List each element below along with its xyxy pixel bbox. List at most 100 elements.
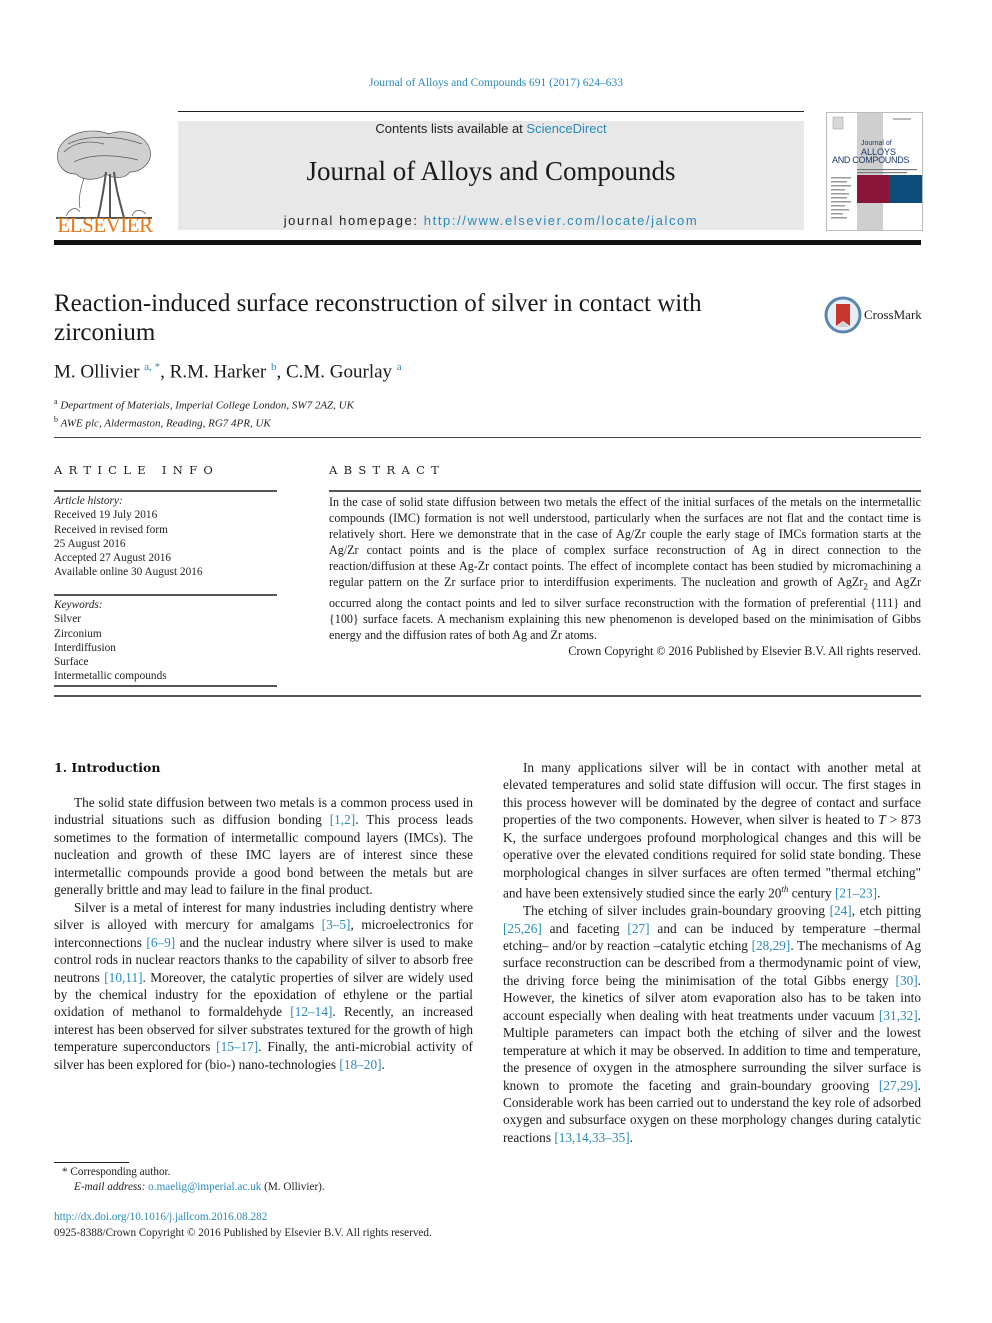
keyword-item: Interdiffusion xyxy=(54,641,116,654)
italic-symbol: T xyxy=(878,812,886,828)
citation-link[interactable]: [10,11] xyxy=(104,970,142,985)
history-item: 25 August 2016 xyxy=(54,537,126,550)
issn-copyright-line: 0925-8388/Crown Copyright © 2016 Publish… xyxy=(54,1226,432,1239)
divider xyxy=(54,594,277,596)
contents-prefix: Contents lists available at xyxy=(375,121,527,136)
cover-title-line3: AND COMPOUNDS xyxy=(832,155,910,165)
keywords-caption: Keywords: xyxy=(54,599,103,611)
email-owner: (M. Ollivier). xyxy=(264,1181,325,1193)
keyword-item: Intermetallic compounds xyxy=(54,670,167,683)
footnote-mark: * xyxy=(62,1166,68,1178)
divider xyxy=(54,490,277,492)
journal-homepage-link[interactable]: http://www.elsevier.com/locate/jalcom xyxy=(424,213,699,228)
author-separator: , xyxy=(276,361,286,383)
citation-link[interactable]: [21–23] xyxy=(835,886,877,901)
citation-link[interactable]: [6–9] xyxy=(146,935,175,950)
affiliation-item: b AWE plc, Aldermaston, Reading, RG7 4PR… xyxy=(54,413,354,431)
running-head-citation[interactable]: Journal of Alloys and Compounds 691 (201… xyxy=(0,77,992,89)
body-text: The etching of silver includes grain-bou… xyxy=(523,903,830,919)
abstract-body: In the case of solid state diffusion bet… xyxy=(329,494,921,659)
citation-link[interactable]: [12–14] xyxy=(290,1004,332,1019)
citation-link[interactable]: [13,14,33–35] xyxy=(554,1130,629,1145)
email-note: E-mail address: o.maelig@imperial.ac.uk … xyxy=(62,1180,325,1195)
citation-link[interactable]: [3–5] xyxy=(322,917,351,932)
body-column-left: The solid state diffusion between two me… xyxy=(54,794,473,1073)
cover-image-icon xyxy=(827,113,922,230)
doi-block: http://dx.doi.org/10.1016/j.jallcom.2016… xyxy=(54,1210,432,1241)
body-text: . xyxy=(629,1129,633,1145)
citation-link[interactable]: [24] xyxy=(830,903,852,918)
body-text: and faceting xyxy=(541,920,628,936)
divider xyxy=(329,490,921,492)
author-affiliation-marker[interactable]: a xyxy=(397,361,402,373)
abstract-text-part: In the case of solid state diffusion bet… xyxy=(329,495,921,590)
affiliations: a Department of Materials, Imperial Coll… xyxy=(54,395,354,431)
journal-cover-thumbnail[interactable]: Journal of ALLOYS AND COMPOUNDS xyxy=(826,112,923,231)
divider xyxy=(54,685,277,687)
body-paragraph: Silver is a metal of interest for many i… xyxy=(54,899,473,1074)
body-paragraph: The solid state diffusion between two me… xyxy=(54,794,473,899)
divider xyxy=(54,437,921,438)
section-heading-introduction: 1. Introduction xyxy=(54,760,161,775)
crossmark-label[interactable]: CrossMark xyxy=(864,307,922,323)
body-text: , etch pitting xyxy=(851,903,922,919)
corresponding-author-note: * Corresponding author. xyxy=(62,1165,325,1180)
citation-link[interactable]: [18–20] xyxy=(339,1057,381,1072)
article-history: Article history: Received 19 July 2016 R… xyxy=(54,494,279,580)
keyword-item: Surface xyxy=(54,656,89,669)
running-head-link[interactable]: Journal of Alloys and Compounds 691 (201… xyxy=(369,77,623,89)
author-name: M. Ollivier xyxy=(54,361,140,383)
citation-link[interactable]: [31,32] xyxy=(879,1008,918,1023)
citation-link[interactable]: [27,29] xyxy=(879,1078,918,1093)
email-label: E-mail address: xyxy=(74,1181,146,1193)
citation-link[interactable]: [15–17] xyxy=(216,1039,258,1054)
author-affiliation-marker[interactable]: a, * xyxy=(144,361,160,373)
affiliation-mark: a xyxy=(54,397,58,406)
contents-available-line: Contents lists available at ScienceDirec… xyxy=(178,121,804,136)
divider xyxy=(54,695,921,697)
history-item: Received in revised form xyxy=(54,523,168,536)
citation-link[interactable]: [28,29] xyxy=(752,938,791,953)
footnote-divider xyxy=(54,1162,129,1163)
author-name: C.M. Gourlay xyxy=(285,361,393,383)
history-item: Available online 30 August 2016 xyxy=(54,566,203,579)
citation-link[interactable]: [25,26] xyxy=(503,921,542,936)
body-column-right: In many applications silver will be in c… xyxy=(503,759,921,1146)
homepage-prefix: journal homepage: xyxy=(283,213,424,228)
article-history-caption: Article history: xyxy=(54,495,123,507)
body-text: In many applications silver will be in c… xyxy=(503,760,921,828)
doi-link[interactable]: http://dx.doi.org/10.1016/j.jallcom.2016… xyxy=(54,1211,267,1223)
keyword-item: Zirconium xyxy=(54,627,102,640)
elsevier-wordmark: ELSEVIER xyxy=(57,213,153,237)
citation-link[interactable]: [1,2] xyxy=(330,812,355,827)
author-separator: , xyxy=(160,361,170,383)
abstract-paragraph: In the case of solid state diffusion bet… xyxy=(329,494,921,643)
journal-homepage-line: journal homepage: http://www.elsevier.co… xyxy=(178,213,804,228)
body-text: . xyxy=(877,885,881,901)
history-item: Accepted 27 August 2016 xyxy=(54,552,172,565)
abstract-heading: ABSTRACT xyxy=(329,463,446,477)
sciencedirect-link[interactable]: ScienceDirect xyxy=(526,121,606,136)
body-text: century xyxy=(788,885,835,901)
affiliation-text: AWE plc, Aldermaston, Reading, RG7 4PR, … xyxy=(60,417,271,430)
history-item: Received 19 July 2016 xyxy=(54,509,158,522)
keywords: Keywords: Silver Zirconium Interdiffusio… xyxy=(54,598,279,684)
citation-link[interactable]: [27] xyxy=(627,921,649,936)
keyword-item: Silver xyxy=(54,613,81,626)
article-title: Reaction-induced surface reconstruction … xyxy=(54,290,702,346)
email-link[interactable]: o.maelig@imperial.ac.uk xyxy=(148,1181,261,1193)
body-paragraph: The etching of silver includes grain-bou… xyxy=(503,902,921,1146)
header-bottom-thick-rule xyxy=(54,240,921,245)
author-name: R.M. Harker xyxy=(169,361,267,383)
header-top-rule xyxy=(178,111,804,112)
crossmark-icon xyxy=(824,296,862,334)
article-info-heading: ARTICLE INFO xyxy=(54,463,220,477)
body-paragraph: In many applications silver will be in c… xyxy=(503,759,921,902)
citation-link[interactable]: [30] xyxy=(896,973,918,988)
affiliation-item: a Department of Materials, Imperial Coll… xyxy=(54,395,354,413)
journal-title: Journal of Alloys and Compounds xyxy=(306,156,676,186)
affiliation-mark: b xyxy=(54,415,58,425)
abstract-copyright: Crown Copyright © 2016 Published by Else… xyxy=(568,644,921,659)
author-list: M. Ollivier a, *, R.M. Harker b, C.M. Go… xyxy=(54,361,402,383)
footnotes: * Corresponding author. E-mail address: … xyxy=(62,1165,325,1195)
